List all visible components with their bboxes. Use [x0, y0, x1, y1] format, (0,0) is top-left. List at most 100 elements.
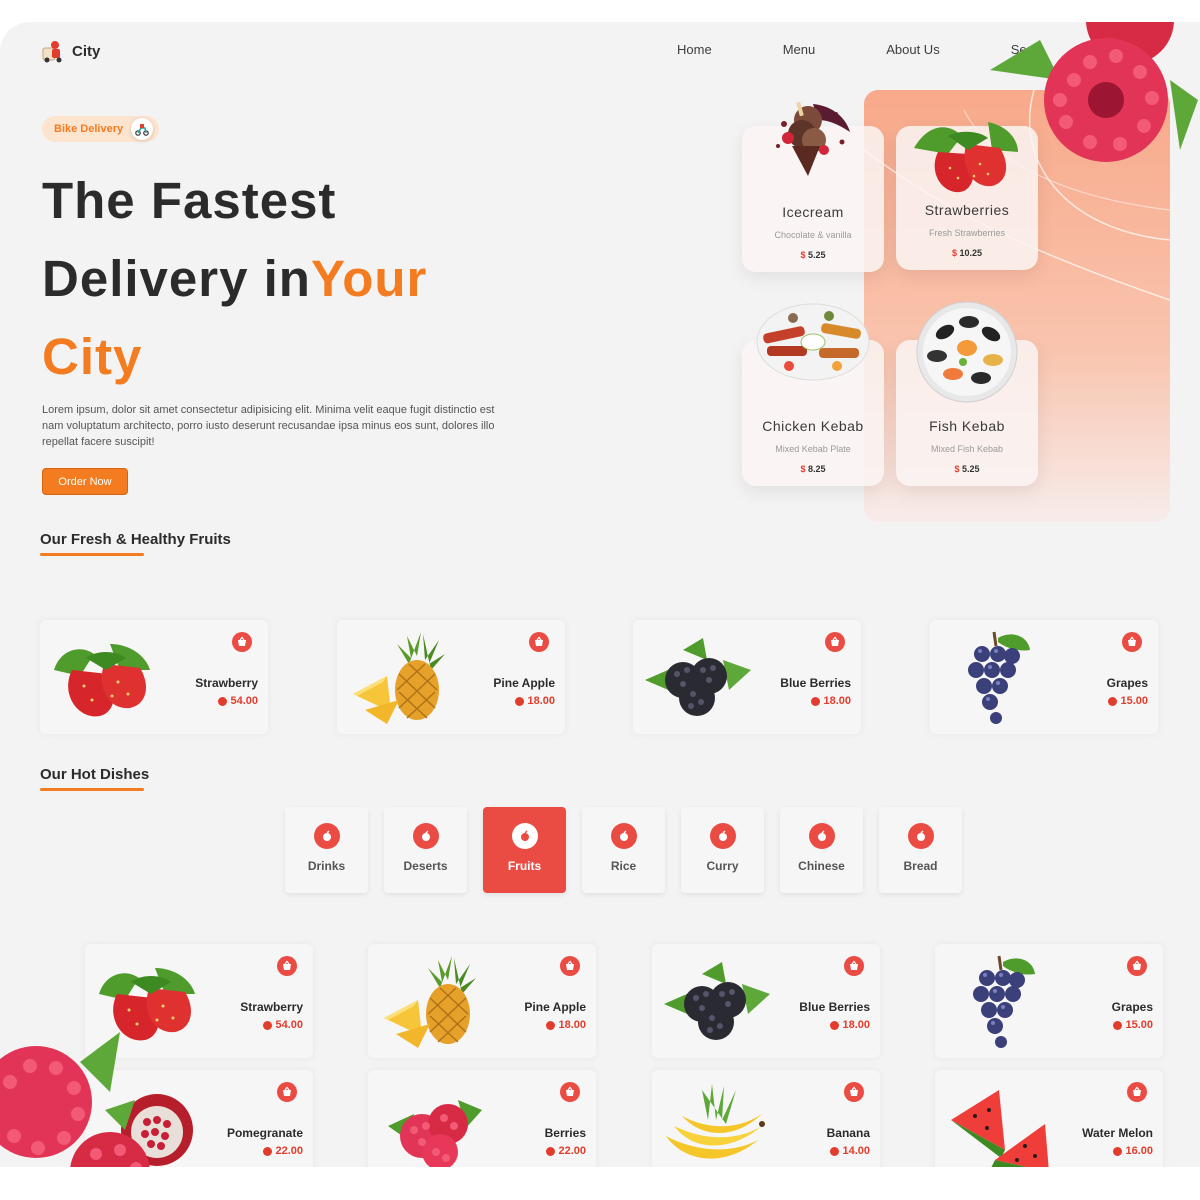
- category-tab-deserts[interactable]: Deserts: [384, 807, 467, 893]
- category-tab-fruits[interactable]: Fruits: [483, 807, 566, 893]
- product-price: 16.00: [1113, 1145, 1153, 1157]
- nav-home[interactable]: Home: [677, 42, 712, 57]
- nav-menu[interactable]: Menu: [783, 42, 816, 57]
- product-price: 18.00: [811, 695, 851, 707]
- dish-card-grapes[interactable]: Grapes 15.00: [935, 944, 1163, 1058]
- product-name: Water Melon: [1082, 1126, 1153, 1140]
- product-price: 22.00: [546, 1145, 586, 1157]
- order-now-button[interactable]: Order Now: [42, 468, 128, 495]
- add-to-cart-button[interactable]: [844, 1082, 864, 1102]
- bike-delivery-badge: Bike Delivery: [42, 116, 160, 142]
- scooter-icon: [131, 118, 154, 140]
- product-price-value: 15.00: [1125, 1019, 1153, 1031]
- cart-icon: [1126, 636, 1138, 648]
- product-price: 14.00: [830, 1145, 870, 1157]
- dishes-section-title: Our Hot Dishes: [40, 766, 150, 783]
- fruit-card-grapes[interactable]: Grapes 15.00: [930, 620, 1158, 734]
- nav-about-us[interactable]: About Us: [886, 42, 939, 57]
- fruit-card-pineapple[interactable]: Pine Apple 18.00: [337, 620, 565, 734]
- cart-icon: [281, 1086, 293, 1098]
- hero-card-price: $ 10.25: [951, 248, 983, 258]
- raspberry-decor-top-icon: [990, 22, 1198, 162]
- hero-card-icecream[interactable]: Icecream Chocolate & vanilla $ 5.25: [742, 101, 884, 272]
- hero-card-subtitle: Fresh Strawberries: [928, 228, 1006, 238]
- category-label: Curry: [706, 859, 739, 873]
- price-currency-icon: [263, 1146, 273, 1156]
- dish-card-banana[interactable]: Banana 14.00: [652, 1070, 880, 1167]
- hero-card-title: Fish Kebab: [929, 418, 1005, 434]
- hero-card-title: Strawberries: [924, 202, 1010, 218]
- product-price-value: 15.00: [1120, 695, 1148, 707]
- add-to-cart-button[interactable]: [277, 1082, 297, 1102]
- add-to-cart-button[interactable]: [825, 632, 845, 652]
- product-price-value: 18.00: [527, 695, 555, 707]
- category-food-icon: [908, 823, 934, 849]
- product-name: Berries: [544, 1126, 586, 1140]
- blackberries-icon: [662, 954, 772, 1048]
- brand-logo[interactable]: City: [40, 38, 100, 64]
- price-currency-icon: [546, 1020, 556, 1030]
- product-price: 22.00: [263, 1145, 303, 1157]
- category-tab-drinks[interactable]: Drinks: [285, 807, 368, 893]
- add-to-cart-button[interactable]: [232, 632, 252, 652]
- dish-card-pineapple[interactable]: Pine Apple 18.00: [368, 944, 596, 1058]
- page: City Home Menu About Us Se Bike Delivery…: [0, 22, 1200, 1167]
- product-price-value: 18.00: [558, 1019, 586, 1031]
- hero-card-price: $ 5.25: [954, 464, 980, 474]
- category-tab-rice[interactable]: Rice: [582, 807, 665, 893]
- category-tab-curry[interactable]: Curry: [681, 807, 764, 893]
- hero-card-price: $ 5.25: [800, 250, 826, 260]
- fruit-card-strawberry[interactable]: Strawberry 54.00: [40, 620, 268, 734]
- add-to-cart-button[interactable]: [560, 956, 580, 976]
- hero-card-fish-kebab[interactable]: Fish Kebab Mixed Fish Kebab $ 5.25: [896, 301, 1038, 486]
- hero-card-title: Chicken Kebab: [762, 418, 864, 434]
- add-to-cart-button[interactable]: [844, 956, 864, 976]
- cart-icon: [1131, 1086, 1143, 1098]
- cart-icon: [533, 636, 545, 648]
- add-to-cart-button[interactable]: [277, 956, 297, 976]
- category-tab-bread[interactable]: Bread: [879, 807, 962, 893]
- product-price-value: 22.00: [558, 1145, 586, 1157]
- add-to-cart-button[interactable]: [1127, 1082, 1147, 1102]
- product-price: 15.00: [1113, 1019, 1153, 1031]
- category-tab-chinese[interactable]: Chinese: [780, 807, 863, 893]
- kebab-plate-icon: [756, 303, 870, 381]
- category-label: Rice: [610, 859, 637, 873]
- category-label: Drinks: [307, 859, 346, 873]
- raspberries-icon: [378, 1080, 488, 1167]
- product-name: Pine Apple: [524, 1000, 586, 1014]
- dishes-section-underline: [40, 788, 144, 791]
- pineapple-icon: [378, 954, 488, 1048]
- delivery-logo-icon: [42, 41, 62, 63]
- price-currency-icon: [830, 1020, 840, 1030]
- dish-card-watermelon[interactable]: Water Melon 16.00: [935, 1070, 1163, 1167]
- grapes-icon: [940, 630, 1050, 724]
- price-currency-icon: [1108, 696, 1118, 706]
- product-price: 15.00: [1108, 695, 1148, 707]
- hero-card-price: $ 8.25: [800, 464, 826, 474]
- price-currency-icon: [1113, 1020, 1123, 1030]
- category-food-icon: [314, 823, 340, 849]
- price-currency-icon: [515, 696, 525, 706]
- dish-card-raspberries[interactable]: Berries 22.00: [368, 1070, 596, 1167]
- raspberry-decor-bottom-icon: [0, 1032, 150, 1167]
- hero-description: Lorem ipsum, dolor sit amet consectetur …: [42, 404, 495, 448]
- product-name: Banana: [826, 1126, 870, 1140]
- icecream-icon: [776, 101, 850, 176]
- dish-card-blackberries[interactable]: Blue Berries 18.00: [652, 944, 880, 1058]
- add-to-cart-button[interactable]: [1127, 956, 1147, 976]
- add-to-cart-button[interactable]: [1122, 632, 1142, 652]
- product-name: Blue Berries: [780, 676, 851, 690]
- hero-title: The Fastest Delivery inYour City: [42, 162, 427, 396]
- hero-title-line-2: Delivery inYour: [42, 240, 427, 318]
- hero-title-your: Your: [310, 250, 428, 307]
- fruit-card-blackberries[interactable]: Blue Berries 18.00: [633, 620, 861, 734]
- add-to-cart-button[interactable]: [529, 632, 549, 652]
- product-price: 18.00: [546, 1019, 586, 1031]
- hero-card-chicken-kebab[interactable]: Chicken Kebab Mixed Kebab Plate $ 8.25: [742, 303, 884, 486]
- category-label: Chinese: [798, 859, 845, 873]
- badge-label: Bike Delivery: [54, 123, 124, 135]
- product-name: Pine Apple: [493, 676, 555, 690]
- category-food-icon: [710, 823, 736, 849]
- add-to-cart-button[interactable]: [560, 1082, 580, 1102]
